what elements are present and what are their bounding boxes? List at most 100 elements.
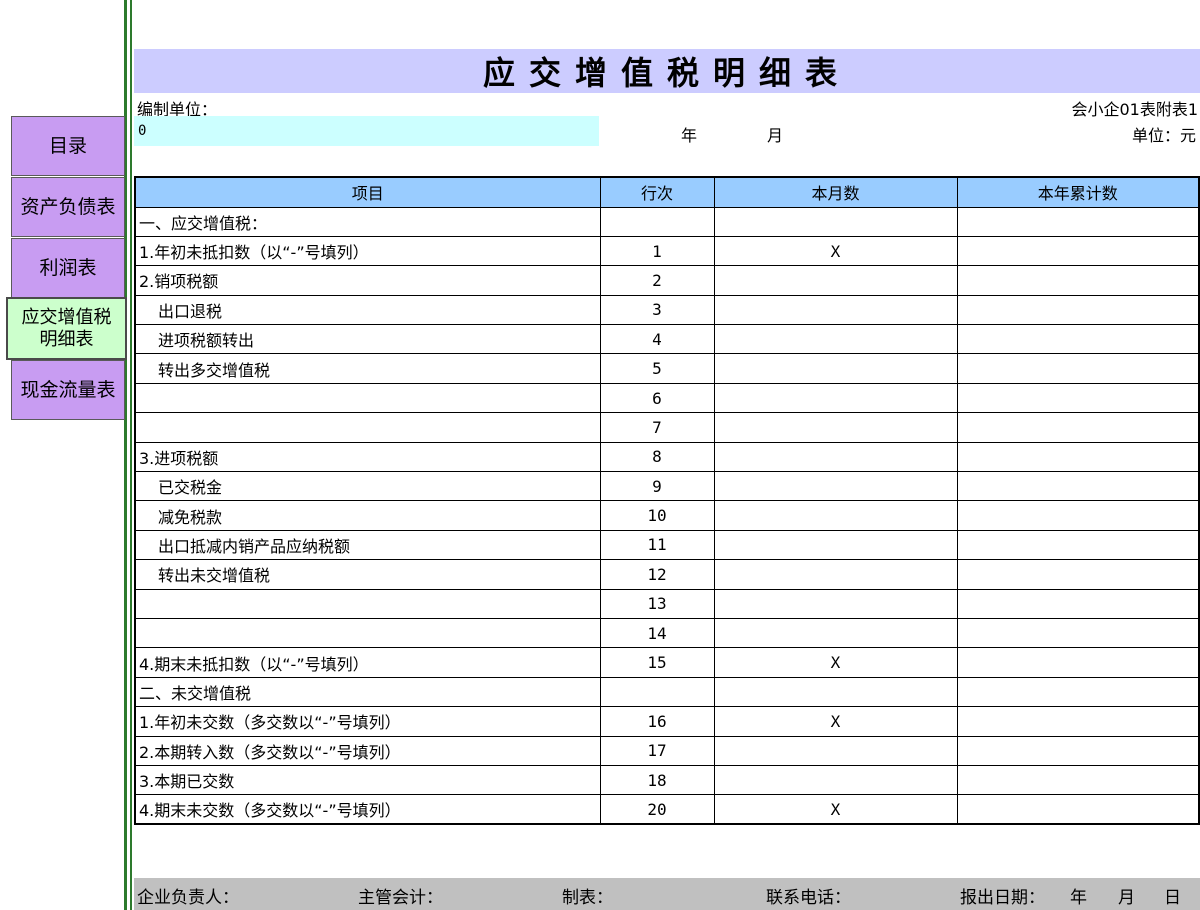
- table-row: 2.本期转入数（多交数以“-”号填列） 17: [134, 735, 1200, 766]
- table-row: 14: [134, 617, 1200, 649]
- cell-year-to-date[interactable]: [956, 412, 1200, 443]
- cell-current-month[interactable]: [713, 764, 958, 796]
- table-row: 2.销项税额 2: [134, 265, 1200, 296]
- cell-item: 二、未交增值税: [134, 676, 601, 708]
- cell-year-to-date[interactable]: [956, 559, 1200, 590]
- cell-item: 已交税金: [134, 471, 601, 502]
- table-row: 3.本期已交数 18: [134, 764, 1200, 796]
- cell-line-no: 16: [599, 706, 715, 737]
- cell-current-month[interactable]: [713, 617, 958, 649]
- cell-line-no: 9: [599, 471, 715, 502]
- cell-item: [134, 382, 601, 414]
- cell-year-to-date[interactable]: [956, 265, 1200, 296]
- table-row: 6: [134, 382, 1200, 414]
- cell-line-no: 4: [599, 324, 715, 355]
- cell-item: 3.本期已交数: [134, 764, 601, 796]
- cell-year-to-date[interactable]: [956, 617, 1200, 649]
- spreadsheet-window: 目录 资产负债表 利润表 应交增值税 明细表 现金流量表 应交增值税明细表 编制…: [0, 0, 1200, 910]
- cell-line-no: 6: [599, 382, 715, 414]
- cell-current-month[interactable]: [713, 294, 958, 326]
- table-row: 二、未交增值税: [134, 676, 1200, 708]
- cell-year-to-date[interactable]: [956, 794, 1200, 825]
- table-header-row: 项目 行次 本月数 本年累计数: [134, 176, 1200, 208]
- cell-line-no: [599, 676, 715, 708]
- vat-detail-table: 项目 行次 本月数 本年累计数 一、应交增值税： 1.年初未抵扣数（以“-”号填列…: [134, 176, 1200, 826]
- cell-year-to-date[interactable]: [956, 735, 1200, 766]
- table-row: 1.年初未交数（多交数以“-”号填列） 16 X: [134, 706, 1200, 737]
- reporting-unit-input[interactable]: [134, 116, 599, 146]
- cell-line-no: 17: [599, 735, 715, 766]
- cell-year-to-date[interactable]: [956, 324, 1200, 355]
- nav-button-contents[interactable]: 目录: [11, 116, 125, 176]
- cell-year-to-date[interactable]: [956, 206, 1200, 237]
- cell-line-no: 14: [599, 617, 715, 649]
- cell-item: [134, 412, 601, 443]
- cell-item: 转出多交增值税: [134, 353, 601, 384]
- cell-item: 2.本期转入数（多交数以“-”号填列）: [134, 735, 601, 766]
- footer-phone-label: 联系电话：: [766, 888, 851, 908]
- cell-current-month[interactable]: X: [713, 235, 958, 267]
- cell-line-no: 8: [599, 441, 715, 473]
- nav-button-vat-detail[interactable]: 应交增值税 明细表: [6, 297, 127, 360]
- cell-current-month[interactable]: X: [713, 647, 958, 678]
- footer-date-label: 报出日期：: [960, 888, 1045, 908]
- cell-year-to-date[interactable]: [956, 441, 1200, 473]
- cell-year-to-date[interactable]: [956, 764, 1200, 796]
- footer-month-label: 月: [1118, 888, 1135, 908]
- currency-unit-label: 单位：元: [1131, 126, 1196, 145]
- cell-line-no: 1: [599, 235, 715, 267]
- cell-current-month[interactable]: [713, 471, 958, 502]
- nav-button-balance-sheet[interactable]: 资产负债表: [11, 177, 125, 237]
- cell-current-month[interactable]: [713, 441, 958, 473]
- cell-line-no: 7: [599, 412, 715, 443]
- cell-year-to-date[interactable]: [956, 353, 1200, 384]
- cell-line-no: [599, 206, 715, 237]
- cell-item: 3.进项税额: [134, 441, 601, 473]
- table-body: 一、应交增值税： 1.年初未抵扣数（以“-”号填列） 1 X 2.销项税额 2 出口退税 3 进…: [134, 206, 1200, 825]
- cell-current-month[interactable]: [713, 735, 958, 766]
- nav-button-income-statement[interactable]: 利润表: [11, 238, 125, 298]
- cell-current-month[interactable]: [713, 500, 958, 531]
- cell-line-no: 20: [599, 794, 715, 825]
- cell-year-to-date[interactable]: [956, 647, 1200, 678]
- form-code: 会小企01表附表1: [1071, 100, 1198, 119]
- table-row: 13: [134, 588, 1200, 619]
- nav-button-cash-flow[interactable]: 现金流量表: [11, 360, 125, 420]
- cell-year-to-date[interactable]: [956, 471, 1200, 502]
- cell-line-no: 5: [599, 353, 715, 384]
- cell-current-month[interactable]: X: [713, 794, 958, 825]
- cell-current-month[interactable]: [713, 353, 958, 384]
- cell-year-to-date[interactable]: [956, 235, 1200, 267]
- cell-year-to-date[interactable]: [956, 529, 1200, 561]
- cell-line-no: 2: [599, 265, 715, 296]
- cell-year-to-date[interactable]: [956, 500, 1200, 531]
- cell-current-month[interactable]: [713, 206, 958, 237]
- cell-current-month[interactable]: [713, 265, 958, 296]
- cell-current-month[interactable]: [713, 529, 958, 561]
- footer-day-label: 日: [1164, 888, 1181, 908]
- cell-item: 转出未交增值税: [134, 559, 601, 590]
- cell-year-to-date[interactable]: [956, 382, 1200, 414]
- cell-current-month[interactable]: [713, 412, 958, 443]
- cell-item: 1.年初未抵扣数（以“-”号填列）: [134, 235, 601, 267]
- cell-current-month[interactable]: [713, 324, 958, 355]
- table-row: 一、应交增值税：: [134, 206, 1200, 237]
- cell-item: 出口退税: [134, 294, 601, 326]
- cell-item: 一、应交增值税：: [134, 206, 601, 237]
- cell-year-to-date[interactable]: [956, 706, 1200, 737]
- table-row: 进项税额转出 4: [134, 324, 1200, 355]
- cell-year-to-date[interactable]: [956, 294, 1200, 326]
- cell-year-to-date[interactable]: [956, 588, 1200, 619]
- table-row: 出口退税 3: [134, 294, 1200, 326]
- cell-current-month[interactable]: [713, 559, 958, 590]
- table-row: 减免税款 10: [134, 500, 1200, 531]
- cell-year-to-date[interactable]: [956, 676, 1200, 708]
- cell-current-month[interactable]: [713, 676, 958, 708]
- table-row: 转出多交增值税 5: [134, 353, 1200, 384]
- footer-preparer-label: 制表：: [562, 888, 613, 908]
- footer-head-label: 企业负责人：: [137, 888, 239, 908]
- cell-current-month[interactable]: [713, 588, 958, 619]
- header-year-to-date: 本年累计数: [956, 176, 1200, 208]
- cell-current-month[interactable]: X: [713, 706, 958, 737]
- cell-current-month[interactable]: [713, 382, 958, 414]
